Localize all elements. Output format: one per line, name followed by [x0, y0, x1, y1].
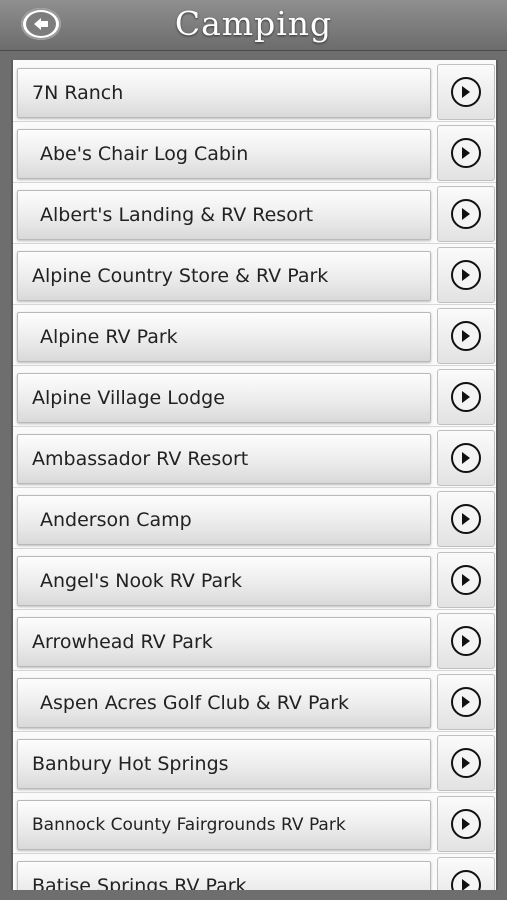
list-item[interactable]: Ambassador RV Resort [13, 426, 496, 488]
list-item[interactable]: Alpine RV Park [13, 304, 496, 366]
list-item-button[interactable]: Anderson Camp [17, 495, 431, 545]
list-item[interactable]: 7N Ranch [13, 60, 496, 122]
chevron-right-circle-icon [451, 199, 481, 229]
list-item-button[interactable]: Angel's Nook RV Park [17, 556, 431, 606]
row-arrow-button[interactable] [437, 247, 495, 303]
row-arrow-button[interactable] [437, 796, 495, 852]
list-item[interactable]: Aspen Acres Golf Club & RV Park [13, 670, 496, 732]
row-arrow-button[interactable] [437, 857, 495, 890]
row-arrow-button[interactable] [437, 125, 495, 181]
list-item-button[interactable]: Abe's Chair Log Cabin [17, 129, 431, 179]
row-arrow-button[interactable] [437, 64, 495, 120]
row-arrow-button[interactable] [437, 491, 495, 547]
row-arrow-button[interactable] [437, 308, 495, 364]
list-item-button[interactable]: Aspen Acres Golf Club & RV Park [17, 678, 431, 728]
chevron-right-circle-icon [451, 870, 481, 890]
list-item[interactable]: Batise Springs RV Park [13, 853, 496, 890]
list-item-label: 7N Ranch [32, 82, 124, 104]
list-item-label: Albert's Landing & RV Resort [40, 204, 314, 226]
list-item[interactable]: Alpine Village Lodge [13, 365, 496, 427]
chevron-right-circle-icon [451, 321, 481, 351]
list-item[interactable]: Arrowhead RV Park [13, 609, 496, 671]
chevron-right-circle-icon [451, 565, 481, 595]
list-item-button[interactable]: Batise Springs RV Park [17, 861, 431, 890]
list-item-button[interactable]: Alpine RV Park [17, 312, 431, 362]
chevron-right-circle-icon [451, 626, 481, 656]
list-item-button[interactable]: Alpine Village Lodge [17, 373, 431, 423]
list-item-label: Arrowhead RV Park [32, 631, 213, 653]
page-title: Camping [174, 4, 333, 43]
row-arrow-button[interactable] [437, 552, 495, 608]
list-item-label: Alpine Village Lodge [32, 387, 225, 409]
list-item-label: Abe's Chair Log Cabin [40, 143, 249, 165]
row-arrow-button[interactable] [437, 369, 495, 425]
chevron-right-circle-icon [451, 138, 481, 168]
list-item-button[interactable]: Albert's Landing & RV Resort [17, 190, 431, 240]
chevron-right-circle-icon [451, 77, 481, 107]
header-bar: Camping [0, 0, 507, 51]
list-item-button[interactable]: Ambassador RV Resort [17, 434, 431, 484]
chevron-right-circle-icon [451, 260, 481, 290]
chevron-right-circle-icon [451, 748, 481, 778]
list-item-label: Ambassador RV Resort [32, 448, 249, 470]
list-item-label: Angel's Nook RV Park [40, 570, 242, 592]
list-item-button[interactable]: Arrowhead RV Park [17, 617, 431, 667]
row-arrow-button[interactable] [437, 674, 495, 730]
list-item[interactable]: Abe's Chair Log Cabin [13, 121, 496, 183]
list-item-label: Bannock County Fairgrounds RV Park [32, 815, 346, 835]
chevron-right-circle-icon [451, 504, 481, 534]
list-item-button[interactable]: Banbury Hot Springs [17, 739, 431, 789]
list-item[interactable]: Alpine Country Store & RV Park [13, 243, 496, 305]
list-item[interactable]: Albert's Landing & RV Resort [13, 182, 496, 244]
list-item-button[interactable]: Bannock County Fairgrounds RV Park [17, 800, 431, 850]
chevron-right-circle-icon [451, 809, 481, 839]
list-item[interactable]: Banbury Hot Springs [13, 731, 496, 793]
chevron-right-circle-icon [451, 443, 481, 473]
list-item-label: Alpine Country Store & RV Park [32, 265, 329, 287]
list-item-label: Aspen Acres Golf Club & RV Park [40, 692, 350, 714]
list-item[interactable]: Angel's Nook RV Park [13, 548, 496, 610]
list-item[interactable]: Anderson Camp [13, 487, 496, 549]
row-arrow-button[interactable] [437, 186, 495, 242]
chevron-right-circle-icon [451, 382, 481, 412]
chevron-right-circle-icon [451, 687, 481, 717]
list-item-label: Anderson Camp [40, 509, 192, 531]
list-item[interactable]: Bannock County Fairgrounds RV Park [13, 792, 496, 854]
row-arrow-button[interactable] [437, 430, 495, 486]
row-arrow-button[interactable] [437, 735, 495, 791]
list-item-label: Banbury Hot Springs [32, 753, 229, 775]
row-arrow-button[interactable] [437, 613, 495, 669]
list-item-label: Alpine RV Park [40, 326, 178, 348]
list-item-button[interactable]: 7N Ranch [17, 68, 431, 118]
list-item-button[interactable]: Alpine Country Store & RV Park [17, 251, 431, 301]
list-item-label: Batise Springs RV Park [32, 875, 247, 890]
camping-list[interactable]: 7N Ranch Abe's Chair Log Cabin Albert's La… [11, 60, 498, 890]
